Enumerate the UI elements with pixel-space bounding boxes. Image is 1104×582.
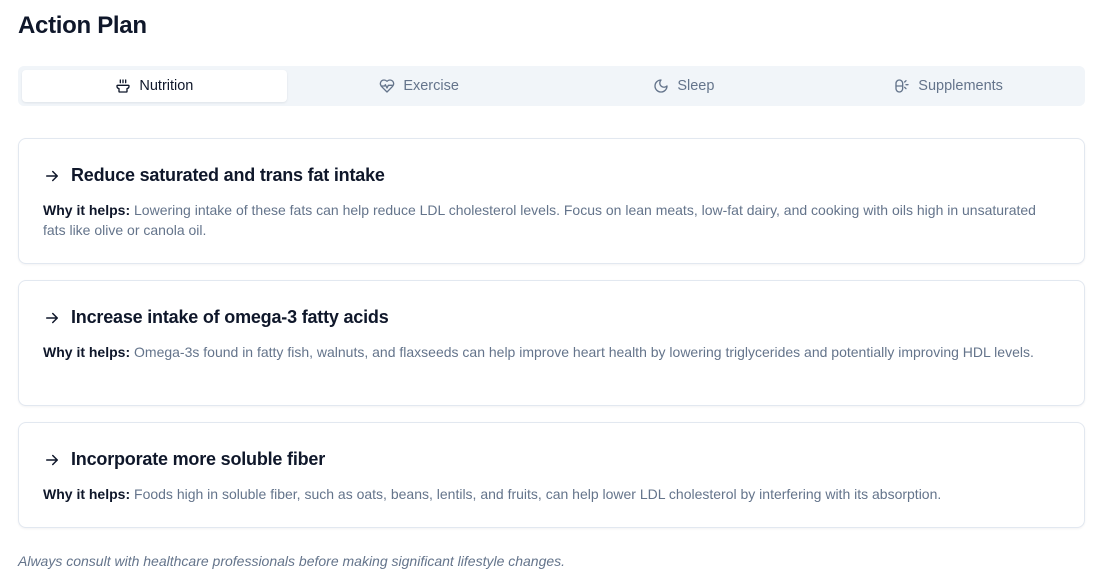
recommendation-description: Why it helps: Lowering intake of these f… — [43, 200, 1060, 240]
tab-exercise[interactable]: Exercise — [287, 70, 552, 102]
tab-nutrition[interactable]: Nutrition — [22, 70, 287, 102]
arrow-right-icon — [43, 167, 61, 185]
why-it-helps-label: Why it helps: — [43, 486, 131, 502]
tab-list: Nutrition Exercise Sleep Supplements — [18, 66, 1085, 106]
recommendation-heading: Increase intake of omega-3 fatty acids — [43, 307, 1060, 328]
why-it-helps-text: Lowering intake of these fats can help r… — [43, 202, 1036, 238]
utensils-icon — [115, 78, 131, 94]
tab-supplements[interactable]: Supplements — [816, 70, 1081, 102]
why-it-helps-text: Foods high in soluble fiber, such as oat… — [134, 486, 942, 502]
pill-icon — [894, 78, 910, 94]
heart-pulse-icon — [379, 78, 395, 94]
moon-icon — [653, 78, 669, 94]
recommendation-title: Incorporate more soluble fiber — [71, 449, 326, 469]
arrow-right-icon — [43, 451, 61, 469]
disclaimer-note: Always consult with healthcare professio… — [18, 553, 566, 569]
tab-label: Exercise — [403, 78, 459, 94]
why-it-helps-label: Why it helps: — [43, 202, 131, 218]
why-it-helps-label: Why it helps: — [43, 344, 131, 360]
recommendation-heading: Incorporate more soluble fiber — [43, 449, 1060, 470]
recommendation-card: Reduce saturated and trans fat intake Wh… — [18, 138, 1085, 264]
recommendation-title: Increase intake of omega-3 fatty acids — [71, 307, 389, 327]
recommendation-heading: Reduce saturated and trans fat intake — [43, 165, 1060, 186]
recommendation-card: Incorporate more soluble fiber Why it he… — [18, 422, 1085, 528]
why-it-helps-text: Omega-3s found in fatty fish, walnuts, a… — [134, 344, 1034, 360]
recommendation-description: Why it helps: Omega-3s found in fatty fi… — [43, 342, 1060, 362]
tab-label: Sleep — [677, 78, 715, 94]
tab-label: Supplements — [918, 78, 1003, 94]
arrow-right-icon — [43, 309, 61, 327]
tab-sleep[interactable]: Sleep — [552, 70, 817, 102]
recommendation-card: Increase intake of omega-3 fatty acids W… — [18, 280, 1085, 406]
recommendation-description: Why it helps: Foods high in soluble fibe… — [43, 484, 1060, 504]
recommendation-title: Reduce saturated and trans fat intake — [71, 165, 385, 185]
tab-label: Nutrition — [139, 78, 194, 94]
page-title: Action Plan — [18, 12, 147, 39]
